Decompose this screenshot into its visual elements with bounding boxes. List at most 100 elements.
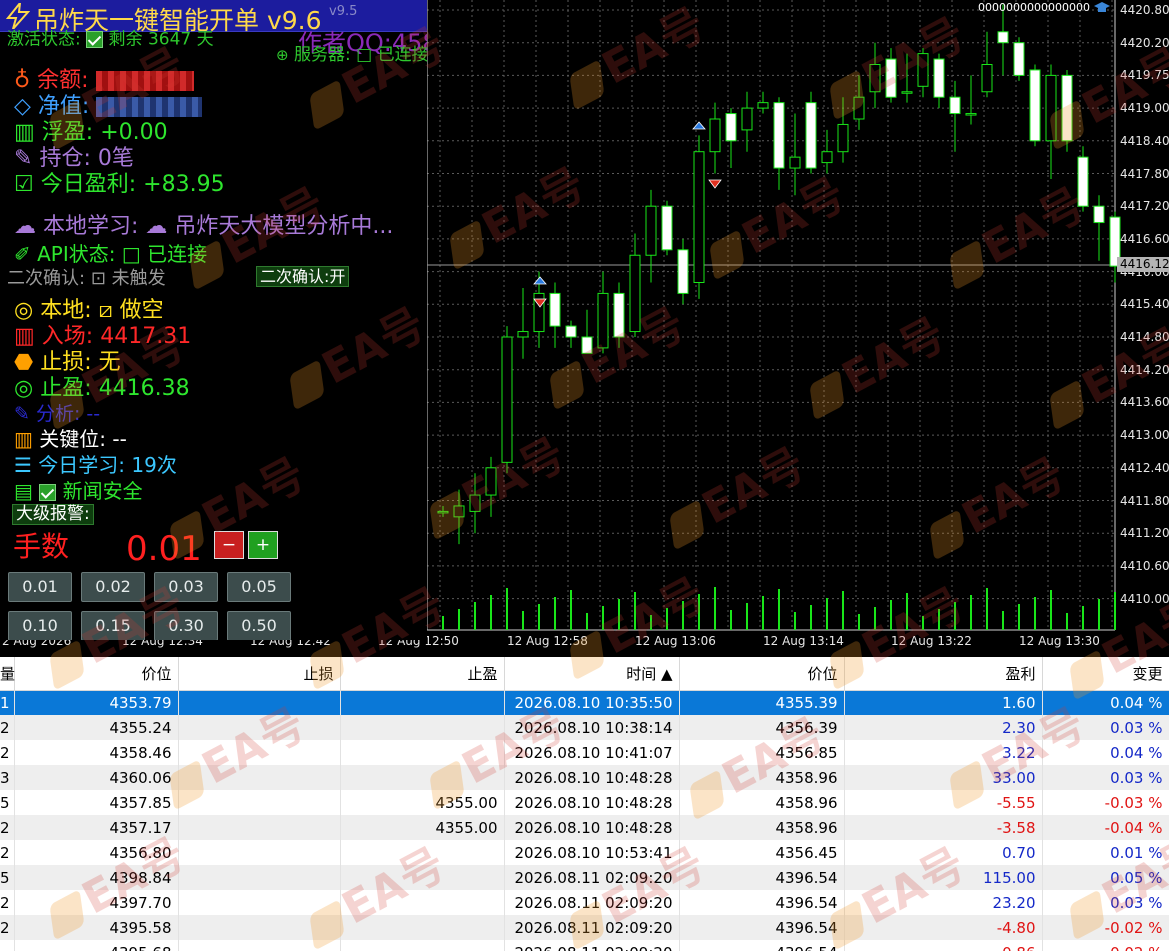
x-axis-label: 12 Aug 13:22 <box>891 634 972 648</box>
positions-table[interactable]: 量 价位 止损 止盈 时间 ▲ 价位 盈利 变更 1 4353.79 2026.08… <box>0 657 1169 951</box>
float-label: 浮盈: <box>41 120 94 145</box>
cell-change: -0.02 % <box>1042 940 1169 951</box>
candle-body <box>613 292 625 338</box>
table-row[interactable]: 2 4355.24 2026.08.10 10:38:14 4356.39 2.30 0.… <box>0 715 1169 740</box>
local-signal-label: 本地: <box>40 298 92 323</box>
y-axis-label: 4420.80 <box>1120 3 1169 17</box>
balance-label: 余额: <box>37 68 89 93</box>
candle-body <box>885 58 897 98</box>
table-row[interactable]: 2 4397.70 2026.08.11 02:09:20 4396.54 23.20 0… <box>0 890 1169 915</box>
equity-value-masked <box>96 97 203 117</box>
database-icon: ☰ <box>14 453 32 477</box>
col-header-volume[interactable]: 量 <box>0 657 15 691</box>
today-profit-value: +83.95 <box>143 172 225 197</box>
col-header-profit[interactable]: 盈利 <box>844 657 1043 691</box>
table-row[interactable]: 5 4357.85 4355.00 2026.08.10 10:48:28 4358.9… <box>0 790 1169 815</box>
table-row[interactable]: 4395.68 2026.08.11 02:09:204396.54-0.86-0… <box>0 940 1169 951</box>
ea-title-bar[interactable]: 吊炸天一键智能开单 v9.6 v9.5 <box>0 0 427 35</box>
table-row[interactable]: 2 4358.46 2026.08.10 10:41:07 4356.85 3.22 0.… <box>0 740 1169 765</box>
candle-body <box>1029 69 1041 142</box>
sell-arrow-icon <box>708 179 722 189</box>
cell-vol: 2 <box>0 740 15 765</box>
second-confirm-toggle-button[interactable]: 二次确认:开 <box>256 266 350 287</box>
candle-body <box>1061 74 1073 142</box>
cell-change: 0.04 % <box>1042 690 1169 715</box>
lot-preset-button[interactable]: 0.15 <box>81 611 145 640</box>
lot-preset-button[interactable]: 0.30 <box>154 611 218 640</box>
candle-body <box>629 254 641 333</box>
lot-preset-button[interactable]: 0.10 <box>8 611 72 640</box>
cell-cur: 4358.96 <box>679 790 845 815</box>
cell-profit: -5.55 <box>844 790 1043 815</box>
cell-change: -0.02 % <box>1042 915 1169 940</box>
remaining-days: 3647 <box>147 29 192 50</box>
y-axis-label: 4413.60 <box>1120 395 1169 410</box>
candle-body <box>757 102 769 109</box>
cell-sl <box>178 765 341 790</box>
cell-price: 4355.24 <box>14 715 179 740</box>
lot-preset-button[interactable]: 0.03 <box>154 572 218 602</box>
table-row[interactable]: 2 4395.58 2026.08.11 02:09:20 4396.54 -4.80-… <box>0 915 1169 940</box>
cell-vol: 1 <box>0 690 15 715</box>
col-header-change[interactable]: 变更 <box>1042 657 1169 691</box>
cell-profit: 1.60 <box>844 690 1043 715</box>
analysis-row: ✎ 分析: -- <box>14 405 100 424</box>
cell-profit: 3.22 <box>844 740 1043 765</box>
lot-preset-button[interactable]: 0.01 <box>8 572 72 602</box>
cell-vol: 2 <box>0 815 15 840</box>
table-row[interactable]: 3 4360.06 2026.08.10 10:48:28 4358.96 33.00 0… <box>0 765 1169 790</box>
candle-body <box>485 467 497 496</box>
col-header-price[interactable]: 价位 <box>14 657 179 691</box>
candle-body <box>597 292 609 349</box>
candle-body <box>437 510 449 514</box>
table-row[interactable]: 1 4353.79 2026.08.10 10:35:50 4355.39 1.60 0.… <box>0 690 1169 715</box>
pin-icon: ✎ <box>14 146 33 171</box>
col-header-stop-loss[interactable]: 止损 <box>178 657 341 691</box>
api-value: □ 已连接 <box>121 242 208 266</box>
key-level-row: ▥ 关键位: -- <box>14 429 127 449</box>
cell-profit: 115.00 <box>844 865 1043 890</box>
table-row[interactable]: 2 4356.80 2026.08.10 10:53:41 4356.45 0.70 0.… <box>0 840 1169 865</box>
cell-tp <box>340 890 505 915</box>
entry-label: 入场: <box>41 324 94 349</box>
cell-cur: 4356.39 <box>679 715 845 740</box>
cell-tp <box>340 715 505 740</box>
y-axis-label: 4418.40 <box>1120 133 1169 148</box>
trend-chart-icon: ☑ <box>14 172 34 197</box>
hourglass-icon: ⊡ <box>90 268 106 289</box>
cell-time: 2026.08.10 10:48:28 <box>504 790 680 815</box>
candle-body <box>853 96 865 120</box>
lot-increase-button[interactable]: + <box>248 531 278 559</box>
col-header-take-profit[interactable]: 止盈 <box>340 657 505 691</box>
cell-price: 4353.79 <box>14 690 179 715</box>
take-profit-label: 止盈: <box>40 376 92 401</box>
position-label: 持仓: <box>39 146 91 171</box>
cell-time: 2026.08.10 10:53:41 <box>504 840 680 865</box>
today-profit-row: ☑ 今日盈利: +83.95 <box>14 174 225 196</box>
x-axis-label: 12 Aug 13:30 <box>1019 634 1100 648</box>
cell-profit: 33.00 <box>844 765 1043 790</box>
lot-preset-button[interactable]: 0.50 <box>227 611 291 640</box>
table-row[interactable]: 5 4398.84 2026.08.11 02:09:20 4396.54 115.00… <box>0 865 1169 890</box>
candle-body <box>821 151 833 164</box>
cell-tp <box>340 840 505 865</box>
study-row: ☰ 今日学习: 19次 <box>14 455 177 475</box>
major-alert-button[interactable]: 大级报警: <box>12 504 94 525</box>
server-row: ⊕ 服务器: □ 已连接 <box>276 47 427 64</box>
cell-sl <box>178 915 341 940</box>
study-value: 19次 <box>131 453 177 477</box>
cell-price: 4395.68 <box>14 940 179 951</box>
lot-decrease-button[interactable]: − <box>214 531 244 559</box>
lot-label: 手数 <box>13 530 70 563</box>
cell-change: -0.04 % <box>1042 815 1169 840</box>
lot-preset-button[interactable]: 0.02 <box>81 572 145 602</box>
candle-body <box>645 205 657 256</box>
col-header-current-price[interactable]: 价位 <box>679 657 845 691</box>
cell-cur: 4358.96 <box>679 815 845 840</box>
trade-terminal[interactable]: 量 价位 止损 止盈 时间 ▲ 价位 盈利 变更 1 4353.79 2026.08… <box>0 657 1169 951</box>
table-row[interactable]: 2 4357.17 4355.00 2026.08.10 10:48:28 4358.9… <box>0 815 1169 840</box>
lot-preset-button[interactable]: 0.05 <box>227 572 291 602</box>
cell-change: 0.04 % <box>1042 740 1169 765</box>
cell-cur: 4396.54 <box>679 915 845 940</box>
col-header-time[interactable]: 时间 ▲ <box>504 657 680 691</box>
